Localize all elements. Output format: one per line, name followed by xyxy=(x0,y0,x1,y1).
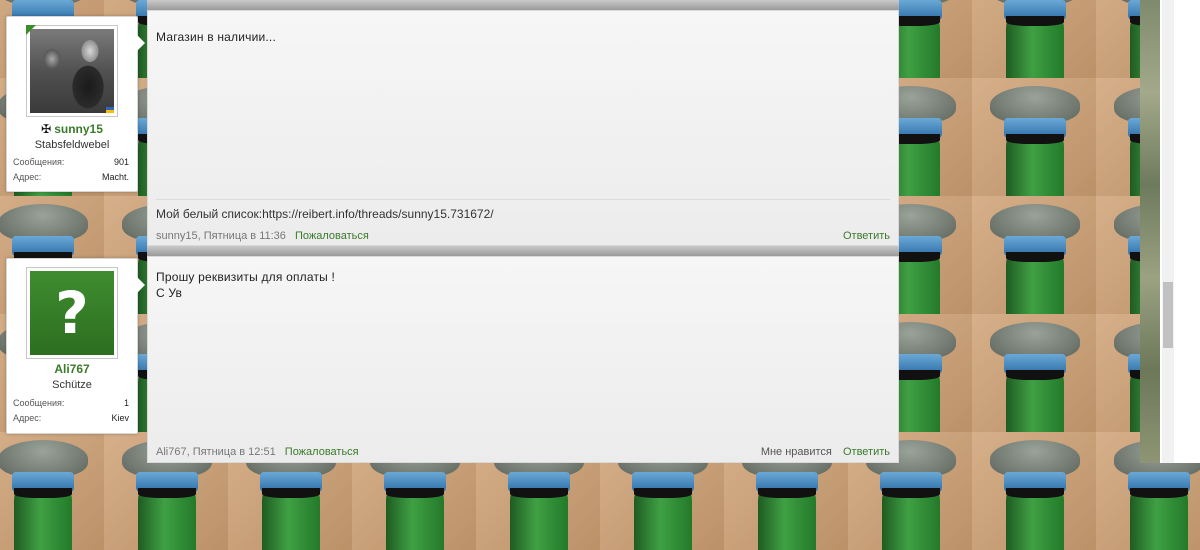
post-actions: Ответить xyxy=(835,230,890,242)
iron-cross-icon: ✠ xyxy=(41,122,52,136)
reply-link[interactable]: Ответить xyxy=(843,446,890,458)
reply-link[interactable]: Ответить xyxy=(843,230,890,242)
message-line: Прошу реквизиты для оплаты ! xyxy=(156,270,336,284)
like-link[interactable]: Мне нравится xyxy=(761,446,832,458)
signature-text[interactable]: Мой белый список:https://reibert.info/th… xyxy=(156,207,494,221)
username[interactable]: ✠ sunny15 xyxy=(7,122,137,136)
report-link[interactable]: Пожаловаться xyxy=(295,230,369,242)
background-tile xyxy=(0,432,105,550)
user-title: Stabsfeldwebel xyxy=(34,139,110,151)
post-author-time[interactable]: sunny15, Пятница в 11:36 xyxy=(156,230,286,242)
flag-icon xyxy=(106,107,114,113)
post-meta: sunny15, Пятница в 11:36 Пожаловаться xyxy=(156,230,369,242)
post-separator xyxy=(147,246,899,256)
username[interactable]: Ali767 xyxy=(7,362,137,376)
scrollbar-track[interactable] xyxy=(1162,0,1174,463)
background-tile xyxy=(972,196,1097,314)
avatar[interactable] xyxy=(26,25,118,117)
default-avatar-icon: ? xyxy=(30,271,114,355)
background-tile xyxy=(972,0,1097,78)
post-message: Магазин в наличии... Мой белый список:ht… xyxy=(147,10,899,246)
user-stat-messages: Сообщения: 901 xyxy=(13,157,129,167)
post-author-time[interactable]: Ali767, Пятница в 12:51 xyxy=(156,446,276,458)
message-arrow xyxy=(137,277,145,293)
avatar[interactable]: ? xyxy=(26,267,118,359)
user-info-box: ✠ sunny15 Stabsfeldwebel Сообщения: 901 Ад… xyxy=(6,16,145,192)
post-message: Прошу реквизиты для оплаты ! С Ув Ali767… xyxy=(147,256,899,463)
post-separator xyxy=(147,0,899,10)
message-line: Магазин в наличии... xyxy=(156,30,276,44)
message-arrow xyxy=(137,35,145,51)
post-meta: Ali767, Пятница в 12:51 Пожаловаться xyxy=(156,446,359,458)
user-info-box: ? Ali767 Schütze Сообщения: 1 Адрес: Kiev xyxy=(6,258,145,434)
camo-border xyxy=(1140,0,1162,463)
background-tile xyxy=(972,78,1097,196)
user-title: Schütze xyxy=(52,379,92,391)
message-line: С Ув xyxy=(156,286,183,300)
signature-divider xyxy=(156,199,890,200)
user-stat-address: Адрес: Macht. xyxy=(13,172,129,182)
online-status-icon xyxy=(26,25,36,35)
background-tile xyxy=(972,314,1097,432)
user-stat-messages: Сообщения: 1 xyxy=(13,398,129,408)
avatar-photo xyxy=(30,29,114,113)
user-stat-address: Адрес: Kiev xyxy=(13,413,129,423)
report-link[interactable]: Пожаловаться xyxy=(285,446,359,458)
background-tile xyxy=(972,432,1097,550)
scrollbar-thumb[interactable] xyxy=(1163,282,1173,348)
thread-content: Магазин в наличии... Мой белый список:ht… xyxy=(147,0,899,463)
post-actions: Мне нравится Ответить xyxy=(753,446,890,458)
